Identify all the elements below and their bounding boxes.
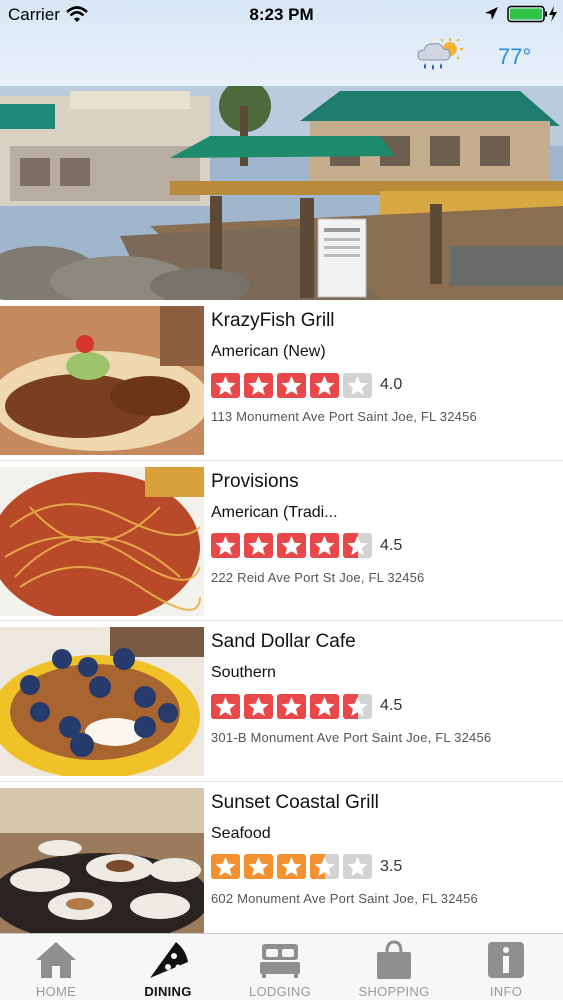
rating-star-icon xyxy=(244,693,273,719)
rating-star-icon xyxy=(277,533,306,558)
restaurant-photo xyxy=(0,306,204,455)
rating-value: 3.5 xyxy=(380,857,403,875)
rating-star-icon xyxy=(244,854,273,879)
rating-star-icon xyxy=(277,693,306,719)
rating-star-icon xyxy=(310,693,339,719)
tab-info[interactable]: INFO xyxy=(450,934,562,1000)
rating-star-icon xyxy=(277,372,306,398)
rating-star-icon xyxy=(310,854,339,879)
rating-star-icon xyxy=(277,854,306,879)
rating-star-icon xyxy=(211,854,240,879)
restaurant-address: 301-B Monument Ave Port Saint Joe, FL 32… xyxy=(211,730,492,745)
star-rating: 3.5 xyxy=(211,854,402,880)
restaurant-category: American (Tradi... xyxy=(211,503,338,521)
star-rating: 4.0 xyxy=(211,372,402,398)
restaurant-photo xyxy=(0,627,204,776)
rating-star-icon xyxy=(310,533,339,558)
rating-value: 4.0 xyxy=(380,376,403,393)
restaurant-name[interactable]: KrazyFish Grill xyxy=(211,310,335,332)
restaurant-category: Seafood xyxy=(211,824,271,842)
rating-star-icon xyxy=(310,372,339,398)
restaurant-address: 222 Reid Ave Port St Joe, FL 32456 xyxy=(211,569,425,585)
tab-lodging[interactable]: LODGING xyxy=(224,934,336,1000)
hero-photo xyxy=(0,86,563,300)
star-rating: 4.5 xyxy=(211,693,402,719)
restaurant-category: American (New) xyxy=(211,343,326,360)
pizza-icon xyxy=(150,942,188,978)
rating-star-icon xyxy=(211,693,240,719)
tab-bar: HOME DINING LODGING SHOPPING INFO xyxy=(0,933,563,1000)
tab-dining[interactable]: DINING xyxy=(112,934,224,1000)
restaurant-category: Southern xyxy=(211,664,276,681)
rating-star-icon xyxy=(211,533,240,558)
header: Carrier 8:23 PM 77° xyxy=(0,0,563,86)
status-time: 8:23 PM xyxy=(249,5,314,24)
temperature-label: 77° xyxy=(498,44,532,69)
bed-icon xyxy=(260,944,300,978)
location-arrow-icon xyxy=(485,7,498,20)
restaurant-row[interactable]: KrazyFish Grill American (New) 4.0 113 M… xyxy=(0,300,563,461)
shopping-bag-icon xyxy=(377,940,411,979)
home-icon xyxy=(36,942,76,978)
restaurant-photo xyxy=(0,466,204,616)
star-rating: 4.5 xyxy=(211,533,402,559)
restaurant-row[interactable]: Sunset Coastal Grill Seafood 3.5 602 Mon… xyxy=(0,781,563,942)
restaurant-row[interactable]: Sand Dollar Cafe Southern 4.5 301-B Monu… xyxy=(0,621,563,782)
tab-shopping[interactable]: SHOPPING xyxy=(338,934,450,1000)
tab-label: INFO xyxy=(489,984,523,999)
rating-value: 4.5 xyxy=(380,536,403,554)
tab-home[interactable]: HOME xyxy=(0,934,112,1000)
battery-icon xyxy=(507,5,557,23)
tab-label: HOME xyxy=(35,984,77,999)
tab-label: SHOPPING xyxy=(358,984,430,999)
restaurant-name[interactable]: Sand Dollar Cafe xyxy=(211,631,356,653)
restaurant-address: 602 Monument Ave Port Saint Joe, FL 3245… xyxy=(211,890,478,906)
rating-star-icon xyxy=(244,372,273,398)
restaurant-row[interactable]: Provisions American (Tradi... 4.5 222 Re… xyxy=(0,460,563,621)
tab-label: LODGING xyxy=(248,984,312,999)
restaurant-address: 113 Monument Ave Port Saint Joe, FL 3245… xyxy=(211,409,477,424)
tab-label: DINING xyxy=(144,984,192,999)
rating-star-icon xyxy=(343,533,372,558)
restaurant-name[interactable]: Sunset Coastal Grill xyxy=(211,792,379,814)
rating-star-icon xyxy=(211,372,240,398)
restaurant-photo xyxy=(0,787,204,937)
rating-star-icon xyxy=(343,372,372,398)
rating-star-icon xyxy=(343,693,372,719)
restaurant-name[interactable]: Provisions xyxy=(211,471,299,493)
rating-star-icon xyxy=(244,533,273,558)
restaurant-list: KrazyFish Grill American (New) 4.0 113 M… xyxy=(0,300,563,942)
screen: Carrier 8:23 PM 77° KrazyFish Grill Amer… xyxy=(0,0,563,1000)
info-icon xyxy=(488,942,524,978)
rain-sun-icon xyxy=(417,38,463,70)
status-bar: Carrier 8:23 PM xyxy=(0,0,563,30)
rating-star-icon xyxy=(343,854,372,879)
rating-value: 4.5 xyxy=(380,697,403,714)
